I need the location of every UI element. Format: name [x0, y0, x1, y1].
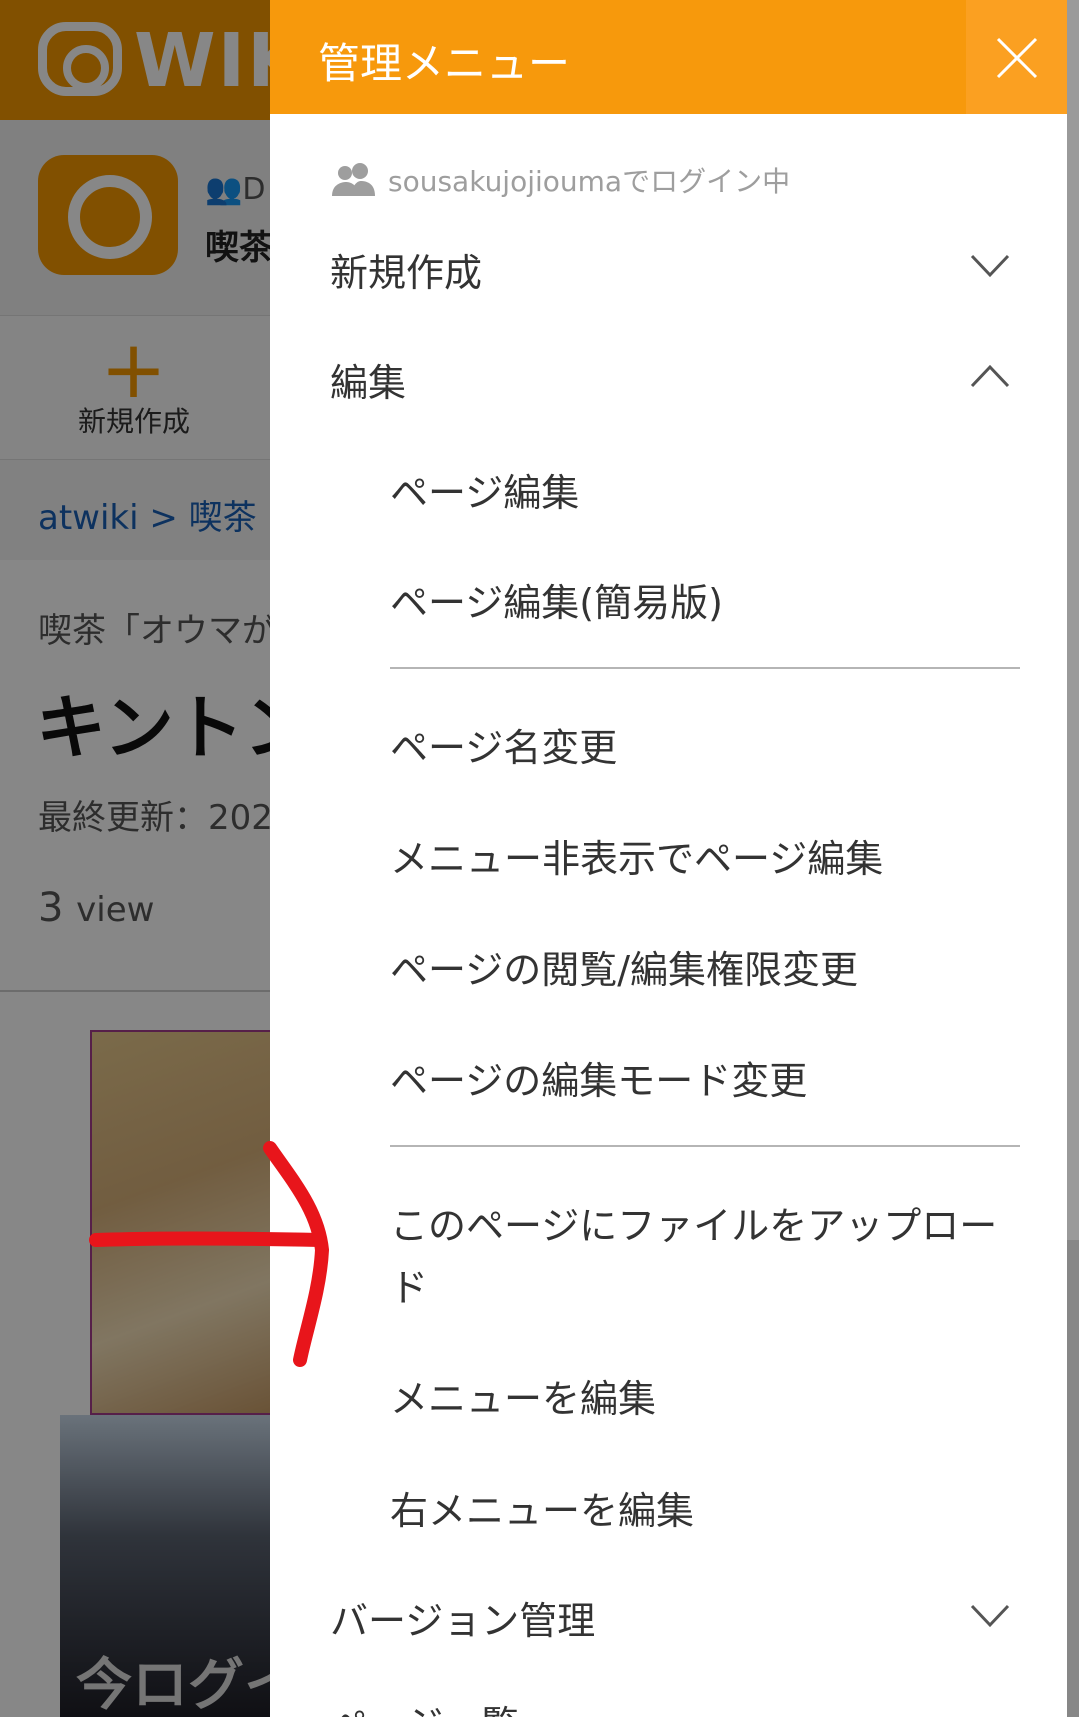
users-icon — [332, 163, 375, 196]
menu-section-edit[interactable]: 編集 — [330, 352, 1010, 407]
menu-item-permissions[interactable]: ページの閲覧/編集権限変更 — [390, 939, 1010, 994]
menu-item-upload-file[interactable]: このページにファイルをアップロード — [390, 1195, 1020, 1319]
menu-item-rename-page[interactable]: ページ名変更 — [390, 717, 1010, 772]
menu-divider — [390, 1145, 1020, 1147]
drawer-title: 管理メニュー — [318, 39, 571, 88]
menu-section-label: 編集 — [330, 361, 407, 405]
login-text: sousakujojioumaでログイン中 — [388, 165, 791, 198]
menu-divider — [390, 667, 1020, 669]
admin-menu-drawer: 管理メニュー sousakujojioumaでログイン中 新規作成 編集 ページ… — [270, 0, 1067, 1717]
menu-item-page-edit[interactable]: ページ編集 — [390, 462, 1010, 517]
menu-item-edit-menu[interactable]: メニューを編集 — [390, 1368, 1010, 1423]
menu-section-page-list[interactable]: ページ一覧 — [330, 1694, 1010, 1717]
menu-section-label: ページ一覧 — [330, 1703, 519, 1717]
scrollbar[interactable] — [1067, 0, 1079, 1240]
menu-item-page-edit-simple[interactable]: ページ編集(簡易版) — [390, 572, 1010, 627]
close-icon — [996, 37, 1038, 79]
menu-item-edit-mode[interactable]: ページの編集モード変更 — [390, 1050, 1010, 1105]
menu-item-edit-without-menu[interactable]: メニュー非表示でページ編集 — [390, 828, 1010, 883]
close-button[interactable] — [966, 0, 1067, 114]
menu-section-label: 新規作成 — [330, 251, 483, 295]
login-status: sousakujojioumaでログイン中 — [330, 160, 790, 200]
drawer-header: 管理メニュー — [270, 0, 1067, 114]
menu-section-new[interactable]: 新規作成 — [330, 242, 1010, 297]
menu-section-label: バージョン管理 — [330, 1599, 596, 1643]
chevron-up-icon[interactable] — [970, 364, 1010, 388]
chevron-down-icon[interactable] — [970, 254, 1010, 278]
menu-section-version[interactable]: バージョン管理 — [330, 1590, 1010, 1645]
menu-item-edit-right-menu[interactable]: 右メニューを編集 — [390, 1480, 1010, 1535]
chevron-down-icon[interactable] — [970, 1604, 1010, 1628]
